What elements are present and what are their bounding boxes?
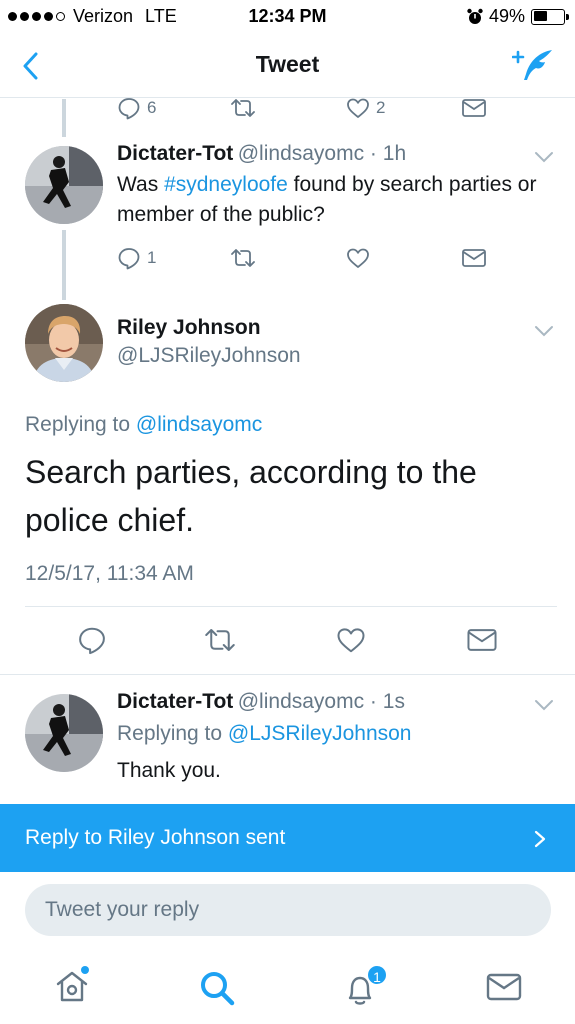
nav-bar: Tweet xyxy=(0,34,575,98)
retweet-icon[interactable] xyxy=(203,625,237,655)
chevron-down-icon[interactable] xyxy=(534,151,554,163)
prev-tweet-actions: 6 2 xyxy=(117,96,487,122)
tab-search[interactable] xyxy=(197,968,237,1008)
envelope-icon xyxy=(486,973,522,1001)
retweet-action[interactable] xyxy=(230,246,256,270)
envelope-icon xyxy=(462,249,486,267)
reply-count: 1 xyxy=(147,248,157,267)
tweet-timestamp: 12/5/17, 11:34 AM xyxy=(25,562,194,585)
tweet-time: 1s xyxy=(382,690,405,713)
avatar[interactable] xyxy=(25,694,103,772)
tweet-text: Was #sydneyloofe found by search parties… xyxy=(117,170,537,230)
reply-icon xyxy=(118,248,140,270)
heart-icon[interactable] xyxy=(336,625,366,655)
avatar[interactable] xyxy=(25,146,103,224)
separator-dot: · xyxy=(364,142,383,165)
replying-label: Replying to xyxy=(117,722,223,745)
reply-action[interactable]: 6 xyxy=(117,96,156,120)
tweet-text: Thank you. xyxy=(117,759,221,782)
compose-tweet-icon[interactable] xyxy=(512,48,554,82)
notification-badge: 1 xyxy=(366,964,388,986)
author-handle[interactable]: @lindsayomc xyxy=(238,142,364,165)
battery-info: 49% xyxy=(467,6,569,27)
reply-icon xyxy=(118,98,140,120)
alarm-icon xyxy=(467,8,483,24)
main-tweet-text: Search parties, according to the police … xyxy=(25,454,477,538)
retweet-icon xyxy=(231,99,255,117)
replying-to: Replying to @lindsayomc xyxy=(25,413,262,437)
reply-count: 6 xyxy=(147,98,157,117)
divider xyxy=(25,606,557,607)
replying-handle-link[interactable]: @lindsayomc xyxy=(136,413,262,436)
home-icon xyxy=(56,966,89,1002)
status-bar: Verizon LTE 12:34 PM 49% xyxy=(0,0,575,34)
banner-text: Reply to Riley Johnson sent xyxy=(25,826,286,849)
replying-handle-link[interactable]: @LJSRileyJohnson xyxy=(228,722,412,745)
author-name[interactable]: Dictater-Tot xyxy=(117,142,233,165)
like-action[interactable]: 2 xyxy=(346,96,385,120)
tweet-header: Dictater-Tot @lindsayomc · 1s xyxy=(117,690,517,720)
author-handle[interactable]: @LJSRileyJohnson xyxy=(117,344,301,368)
hashtag-link[interactable]: #sydneyloofe xyxy=(164,173,288,196)
separator-dot: · xyxy=(364,690,383,713)
search-icon xyxy=(201,972,235,1006)
avatar-image xyxy=(25,146,103,224)
divider xyxy=(0,674,575,675)
author-handle[interactable]: @lindsayomc xyxy=(238,690,364,713)
page-title: Tweet xyxy=(255,51,320,77)
reply-action[interactable]: 1 xyxy=(117,246,156,270)
retweet-icon xyxy=(231,249,255,267)
tweet-actions: 1 xyxy=(117,246,487,272)
dm-action[interactable] xyxy=(461,246,487,270)
dm-action[interactable] xyxy=(461,96,487,120)
heart-icon xyxy=(347,248,369,268)
replying-label: Replying to xyxy=(25,413,131,436)
tab-notifications[interactable]: 1 xyxy=(340,964,390,1008)
thread-line xyxy=(62,99,66,137)
reply-input[interactable]: Tweet your reply xyxy=(25,884,551,936)
tab-bar: 1 xyxy=(0,948,575,1024)
envelope-icon[interactable] xyxy=(466,625,498,655)
main-tweet-actions xyxy=(0,622,575,662)
envelope-icon xyxy=(462,99,486,117)
tweet-text-prefix: Was xyxy=(117,173,165,196)
like-count: 2 xyxy=(376,98,386,117)
thread-line xyxy=(62,230,66,300)
chevron-down-icon[interactable] xyxy=(534,699,554,711)
heart-icon xyxy=(347,98,369,118)
author-name[interactable]: Riley Johnson xyxy=(117,316,261,340)
tweet-header: Dictater-Tot @lindsayomc · 1h xyxy=(117,142,517,172)
battery-icon xyxy=(531,8,569,25)
chevron-right-icon xyxy=(534,830,546,848)
avatar-image xyxy=(25,304,103,382)
retweet-action[interactable] xyxy=(230,96,256,120)
chevron-down-icon[interactable] xyxy=(534,325,554,337)
avatar[interactable] xyxy=(25,304,103,382)
tab-messages[interactable] xyxy=(484,968,524,1008)
avatar-image xyxy=(25,694,103,772)
replying-to: Replying to @LJSRileyJohnson xyxy=(117,722,411,746)
tweet-time: 1h xyxy=(382,142,407,165)
author-name[interactable]: Dictater-Tot xyxy=(117,690,233,713)
tab-home[interactable] xyxy=(52,966,92,1006)
like-action[interactable] xyxy=(346,246,370,270)
reply-sent-banner[interactable]: Reply to Riley Johnson sent xyxy=(0,804,575,872)
battery-percent: 49% xyxy=(488,6,525,26)
reply-icon[interactable] xyxy=(77,625,107,655)
